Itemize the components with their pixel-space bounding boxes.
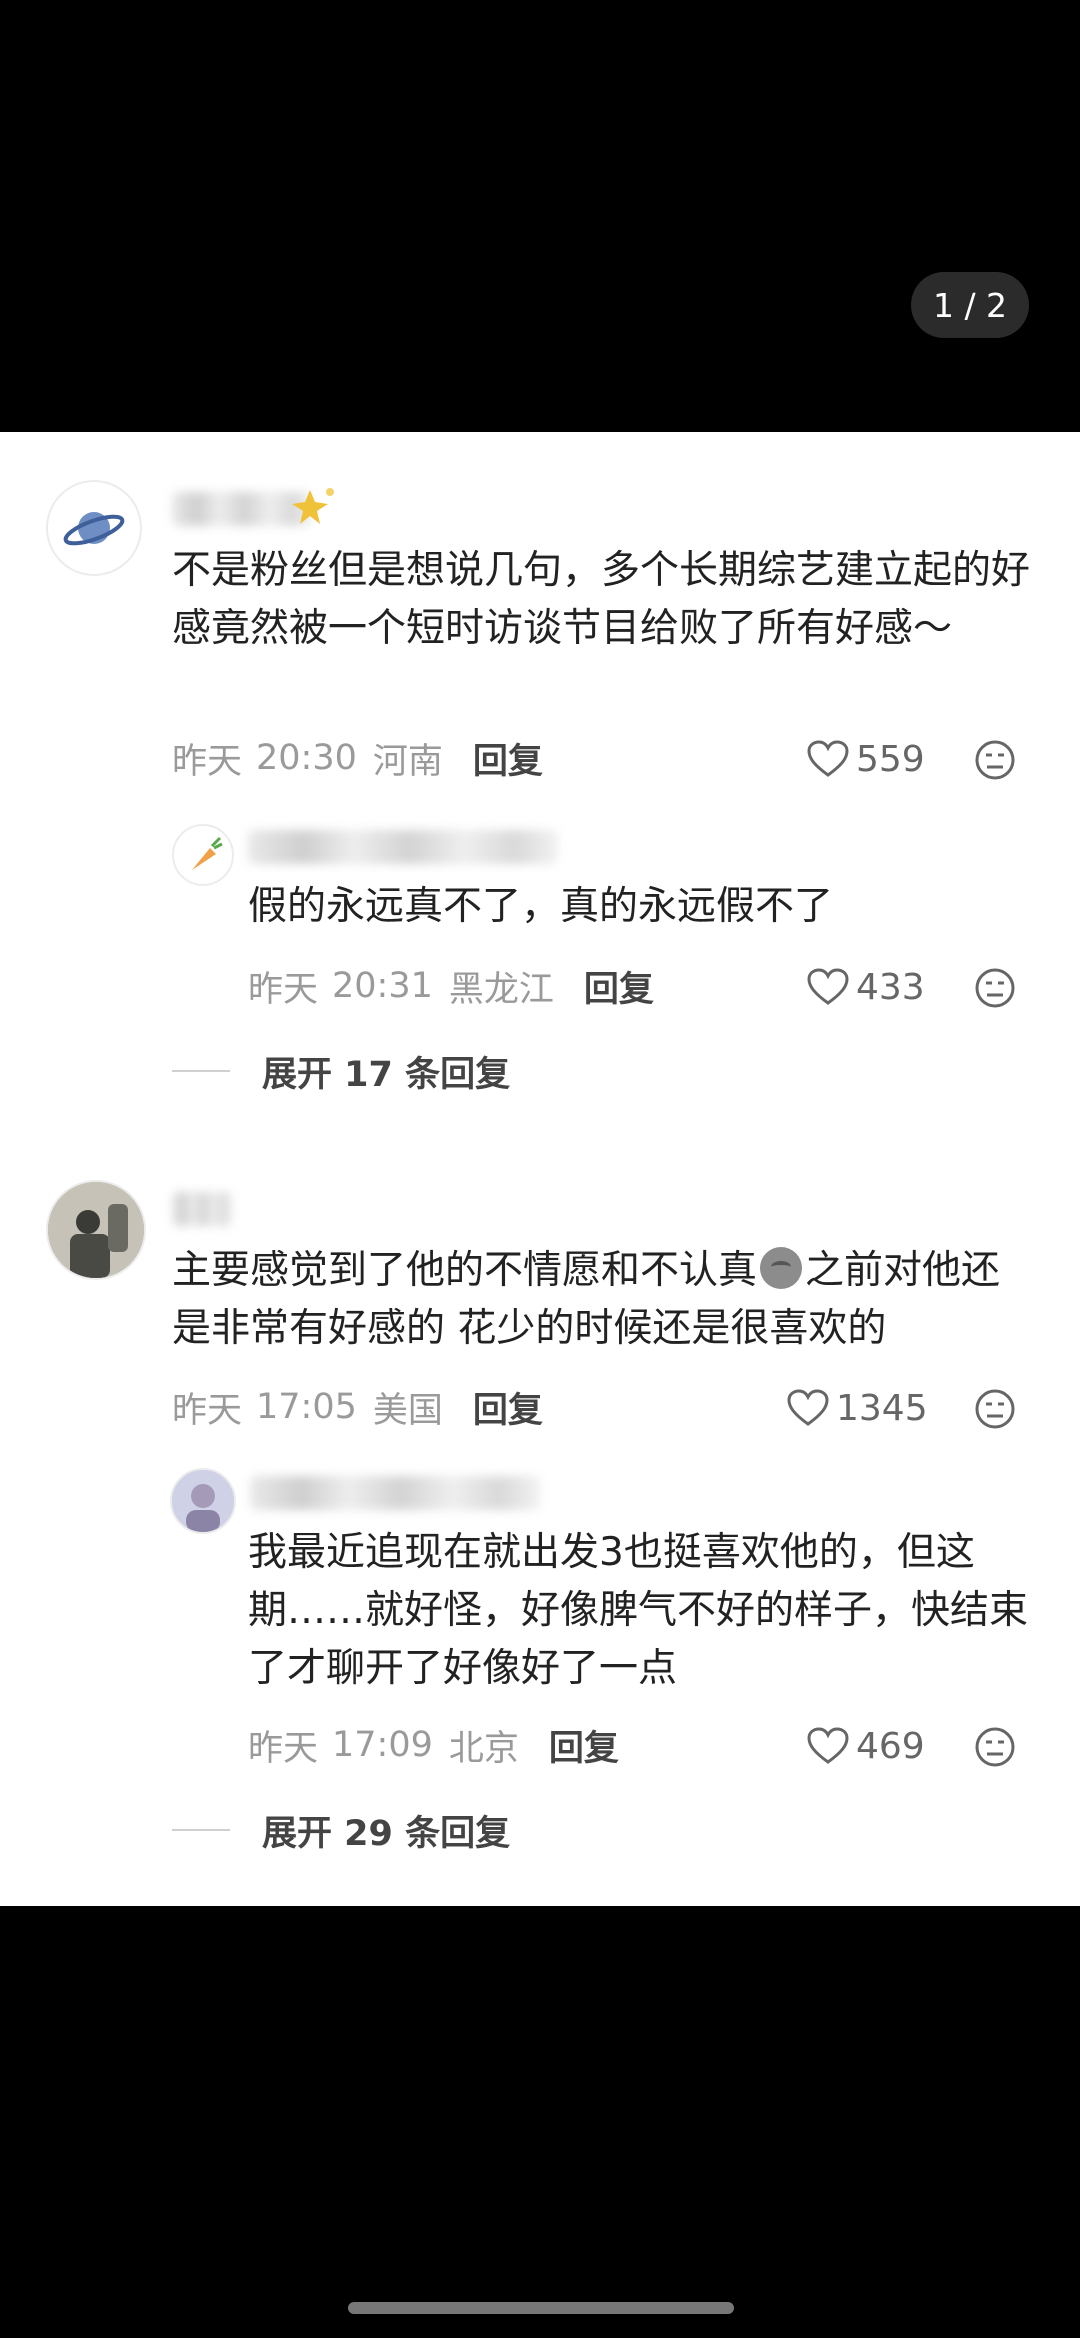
like-count: 559 — [856, 738, 925, 780]
comment-meta: 昨天 17:05 美国 回复 — [172, 1378, 543, 1436]
comment-time: 17:05 — [256, 1387, 357, 1427]
heart-icon — [807, 740, 849, 777]
reply-text: 我最近追现在就出发3也挺喜欢他的，但这期……就好怪，好像脾气不好的样子，快结束了… — [248, 1530, 1029, 1691]
heart-icon — [807, 1727, 849, 1764]
heart-icon — [787, 1389, 829, 1426]
reply-button[interactable]: 回复 — [584, 961, 654, 1012]
comment-text: 主要感觉到了他的不情愿和不认真 之前对他还是非常有好感的 花少的时候还是很喜欢的 — [172, 1242, 1032, 1358]
comment-location: 河南 — [372, 741, 443, 782]
reply-button[interactable]: 回复 — [473, 1382, 543, 1433]
reply-button[interactable]: 回复 — [473, 733, 543, 784]
dislike-face-icon[interactable] — [974, 967, 1016, 1009]
expand-divider — [172, 1070, 230, 1072]
expand-replies-label: 展开 29 条回复 — [262, 1813, 511, 1854]
reply-time: 20:31 — [332, 966, 433, 1006]
like-button[interactable]: 469 — [806, 1721, 925, 1771]
home-indicator[interactable] — [348, 2302, 734, 2314]
dislike-face-icon[interactable] — [974, 739, 1016, 781]
reply-location: 北京 — [448, 1728, 519, 1769]
username-blurred[interactable] — [172, 1192, 232, 1226]
comment-location: 美国 — [372, 1390, 443, 1431]
frown-emoji-icon — [760, 1247, 803, 1289]
reply-location: 黑龙江 — [448, 969, 554, 1010]
planet-icon — [63, 512, 125, 546]
reply-avatar[interactable] — [170, 1468, 236, 1534]
reply-meta: 昨天 20:31 黑龙江 回复 — [248, 957, 654, 1015]
comment-text-part: 主要感觉到了他的不情愿和不认真 — [172, 1248, 758, 1293]
expand-replies-button[interactable]: 展开 17 条回复 — [172, 1046, 510, 1096]
avatar[interactable] — [46, 1180, 146, 1280]
comment-time: 20:30 — [256, 738, 357, 778]
expand-divider — [172, 1829, 230, 1831]
comment-meta: 昨天 20:30 河南 回复 — [172, 729, 543, 787]
heart-icon — [807, 968, 849, 1005]
dislike-face-icon[interactable] — [974, 1726, 1016, 1768]
expand-replies-button[interactable]: 展开 29 条回复 — [172, 1805, 510, 1855]
expand-replies-label: 展开 17 条回复 — [262, 1054, 511, 1095]
carrot-icon — [192, 836, 223, 870]
reply-date: 昨天 — [248, 1728, 319, 1769]
like-count: 1345 — [836, 1387, 928, 1429]
comment-date: 昨天 — [172, 1390, 243, 1431]
like-button[interactable]: 433 — [806, 962, 925, 1012]
image-page-counter: 1 / 2 — [911, 272, 1029, 338]
reply-username-blurred[interactable] — [250, 1476, 540, 1510]
reply-date: 昨天 — [248, 969, 319, 1010]
reply-meta: 昨天 17:09 北京 回复 — [248, 1716, 619, 1774]
reply-text: 假的永远真不了，真的永远假不了 — [248, 884, 834, 929]
reply-username-blurred[interactable] — [248, 830, 558, 864]
reply-time: 17:09 — [332, 1725, 433, 1765]
reply-avatar[interactable] — [172, 824, 234, 886]
dislike-face-icon[interactable] — [974, 1388, 1016, 1430]
avatar[interactable] — [46, 480, 142, 576]
like-count: 469 — [856, 1725, 925, 1767]
like-button[interactable]: 559 — [806, 734, 925, 784]
comment-screenshot: 不是粉丝但是想说几句，多个长期综艺建立起的好感竟然被一个短时访谈节目给败了所有好… — [0, 432, 1080, 1906]
comment-text: 不是粉丝但是想说几句，多个长期综艺建立起的好感竟然被一个短时访谈节目给败了所有好… — [172, 548, 1031, 651]
like-button[interactable]: 1345 — [786, 1383, 928, 1433]
photo-avatar — [172, 1470, 234, 1532]
like-count: 433 — [856, 966, 925, 1008]
comment-date: 昨天 — [172, 741, 243, 782]
reply-button[interactable]: 回复 — [549, 1720, 619, 1771]
sparkle-badge-icon — [292, 488, 334, 524]
figure-photo-avatar — [48, 1182, 144, 1278]
